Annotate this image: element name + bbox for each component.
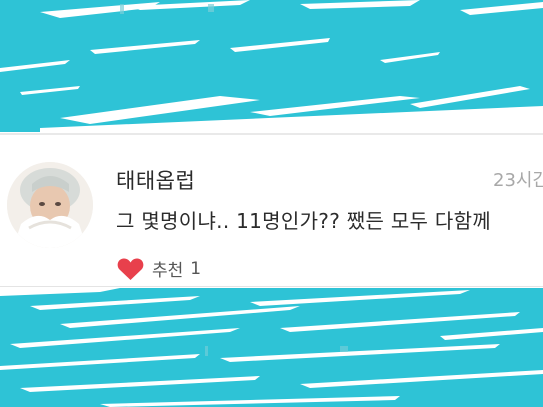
avatar[interactable] [7,162,93,248]
redaction-scribble-top [0,0,543,132]
like-button[interactable]: 추천 1 [117,256,201,281]
like-label: 추천 [152,261,184,281]
redaction-scribble-bottom [0,288,543,407]
divider [0,133,543,135]
comment-author[interactable]: 태태옵럽 [116,165,195,195]
heart-icon [117,257,144,280]
comment-card: 태태옵럽 23시간 그 몇명이냐.. 11명인가?? 쨌든 모두 다함께 추천 … [0,136,543,286]
comment-time: 23시간 [493,170,543,191]
comment-text: 그 몇명이냐.. 11명인가?? 쨌든 모두 다함께 [116,209,491,233]
like-count: 1 [190,258,202,279]
divider [0,286,543,287]
